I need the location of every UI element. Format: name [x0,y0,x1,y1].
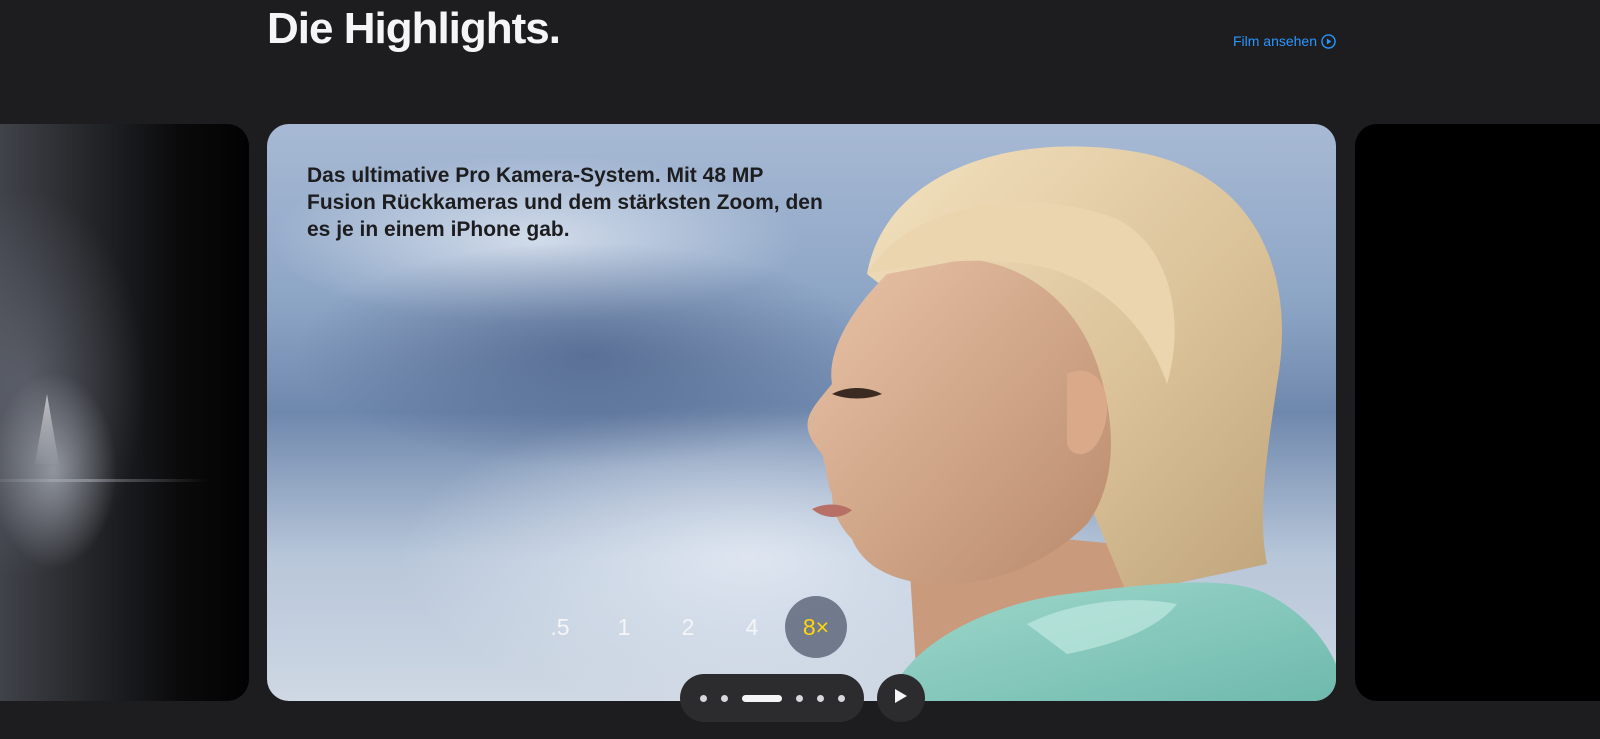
carousel-card-previous[interactable] [0,124,249,701]
watch-film-label: Film ansehen [1232,33,1317,49]
zoom-option-4[interactable]: 4 [721,596,783,658]
pagination-dot-3-active[interactable] [741,694,782,702]
pagination-dot-4[interactable] [795,694,803,702]
zoom-selector: .5 1 2 4 8× [529,596,847,658]
pagination-dot-5[interactable] [816,694,824,702]
carousel-pagination [680,674,864,722]
carousel-card-active[interactable]: Das ultimative Pro Kamera-System. Mit 48… [267,124,1336,701]
card-headline: Das ultimative Pro Kamera-System. Mit 48… [307,164,823,241]
pagination-dot-6[interactable] [837,694,845,702]
play-button[interactable] [877,674,925,722]
section-title: Die Highlights. [267,4,561,53]
carousel-card-next[interactable] [1355,124,1600,701]
play-circle-icon [1321,33,1336,49]
previous-card-image [35,394,59,464]
watch-film-link[interactable]: Film ansehen [1233,33,1336,49]
pagination-dot-2[interactable] [720,694,728,702]
zoom-option-1[interactable]: 1 [593,596,655,658]
zoom-option-2[interactable]: 2 [657,596,719,658]
zoom-option-0-5[interactable]: .5 [529,596,591,658]
pagination-dot-1[interactable] [699,694,707,702]
play-icon [894,688,908,709]
zoom-option-8-selected[interactable]: 8× [785,596,847,658]
